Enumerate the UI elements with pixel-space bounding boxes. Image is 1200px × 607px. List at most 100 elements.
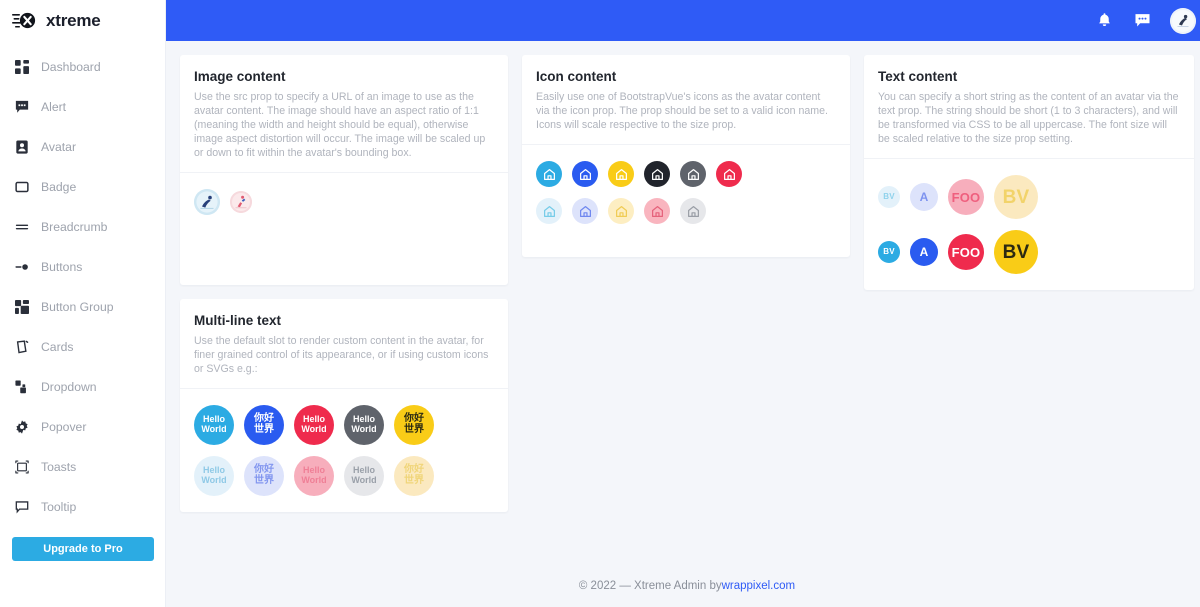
avatar-multiline-solid-1[interactable]: Hello World xyxy=(194,405,234,445)
sidebar-item-label: Tooltip xyxy=(41,500,77,514)
card-title: Multi-line text xyxy=(194,313,281,328)
card-title: Icon content xyxy=(536,69,617,84)
avatar-line-2: 世界 xyxy=(254,424,274,435)
avatar-row-icons-light xyxy=(536,198,836,224)
avatar-line-2: 世界 xyxy=(404,424,424,435)
sidebar-nav: Dashboard Alert Avatar Badge Breadcrumb … xyxy=(0,41,165,561)
card-header: Image content Use the src prop to specif… xyxy=(180,55,508,173)
card-header: Text content You can specify a short str… xyxy=(864,55,1194,159)
avatar-icon-solid-secondary[interactable] xyxy=(680,161,706,187)
avatar-icon-solid-primary[interactable] xyxy=(572,161,598,187)
sidebar-item-label: Toasts xyxy=(41,460,77,474)
avatar-icon-light-primary[interactable] xyxy=(572,198,598,224)
brand-name: xtreme xyxy=(46,10,101,30)
avatar-text-solid-2[interactable]: A xyxy=(910,238,938,266)
house-icon xyxy=(651,168,664,181)
sidebar-item-dropdown[interactable]: Dropdown xyxy=(0,367,165,407)
sidebar: xtreme Dashboard Alert Avatar Badge Brea… xyxy=(0,0,166,607)
avatar-icon-solid-danger[interactable] xyxy=(716,161,742,187)
avatar-row-text-light: BV A FOO BV xyxy=(878,175,1180,219)
sidebar-item-badge[interactable]: Badge xyxy=(0,167,165,207)
avatar-multiline-solid-2[interactable]: 你好 世界 xyxy=(244,405,284,445)
layout-grid-icon xyxy=(14,299,30,315)
avatar-icon-solid-info[interactable] xyxy=(536,161,562,187)
avatar-line-2: World xyxy=(301,424,327,434)
avatar-row-multiline-light: Hello World 你好 世界 Hello World Hello World xyxy=(194,456,494,496)
sidebar-item-label: Badge xyxy=(41,180,77,194)
house-icon xyxy=(543,205,556,218)
sidebar-item-label: Dashboard xyxy=(41,60,101,74)
avatar-multiline-light-2[interactable]: 你好 世界 xyxy=(244,456,284,496)
brand-logo[interactable]: xtreme xyxy=(0,0,165,41)
avatar-icon-light-danger[interactable] xyxy=(644,198,670,224)
avatar-text-solid-1[interactable]: BV xyxy=(878,241,900,263)
house-icon xyxy=(615,168,628,181)
card-body: Hello World 你好 世界 Hello World Hello World xyxy=(180,389,508,512)
sidebar-item-dashboard[interactable]: Dashboard xyxy=(0,47,165,87)
house-icon xyxy=(723,168,736,181)
avatar-text-light-3[interactable]: FOO xyxy=(948,179,984,215)
user-avatar[interactable] xyxy=(1170,7,1196,34)
card-body xyxy=(180,173,508,285)
avatar-multiline-solid-3[interactable]: Hello World xyxy=(294,405,334,445)
avatar-line-2: 世界 xyxy=(404,475,424,486)
xtreme-x-logo-icon xyxy=(12,11,38,31)
card-header: Icon content Easily use one of Bootstrap… xyxy=(522,55,850,145)
card-title: Text content xyxy=(878,69,958,84)
sidebar-item-tooltip[interactable]: Tooltip xyxy=(0,487,165,527)
sidebar-item-alert[interactable]: Alert xyxy=(0,87,165,127)
card-body xyxy=(522,145,850,257)
upgrade-to-pro-button[interactable]: Upgrade to Pro xyxy=(12,537,154,561)
column-middle: Icon content Easily use one of Bootstrap… xyxy=(522,55,850,257)
avatar-row-multiline-solid: Hello World 你好 世界 Hello World Hello World xyxy=(194,405,494,445)
avatar-icon-light-secondary[interactable] xyxy=(680,198,706,224)
avatar-icon-light-info[interactable] xyxy=(536,198,562,224)
chat-icon[interactable] xyxy=(1132,11,1152,31)
footer: © 2022 — Xtreme Admin by wrappixel.com xyxy=(166,565,1200,607)
sidebar-item-label: Buttons xyxy=(41,260,83,274)
avatar-text-light-4[interactable]: BV xyxy=(994,175,1038,219)
sidebar-item-breadcrumb[interactable]: Breadcrumb xyxy=(0,207,165,247)
card-icon xyxy=(14,339,30,355)
sidebar-item-avatar[interactable]: Avatar xyxy=(0,127,165,167)
bell-icon[interactable] xyxy=(1094,11,1114,31)
sidebar-item-cards[interactable]: Cards xyxy=(0,327,165,367)
sidebar-item-button-group[interactable]: Button Group xyxy=(0,287,165,327)
avatar-multiline-solid-4[interactable]: Hello World xyxy=(344,405,384,445)
sidebar-item-popover[interactable]: Popover xyxy=(0,407,165,447)
card-multiline-text: Multi-line text Use the default slot to … xyxy=(180,299,508,512)
grid-icon xyxy=(14,59,30,75)
card-description: Easily use one of BootstrapVue's icons a… xyxy=(536,91,828,131)
avatar-text-light-1[interactable]: BV xyxy=(878,186,900,208)
main-area: Image content Use the src prop to specif… xyxy=(166,0,1200,607)
avatar-image-1[interactable] xyxy=(194,189,220,215)
avatar-line-1: Hello xyxy=(202,465,225,476)
footer-link[interactable]: wrappixel.com xyxy=(722,580,796,592)
avatar-multiline-light-5[interactable]: 你好 世界 xyxy=(394,456,434,496)
card-body: BV A FOO BV BV A FOO BV xyxy=(864,159,1194,290)
avatar-text-solid-4[interactable]: BV xyxy=(994,230,1038,274)
avatar-text-solid-3[interactable]: FOO xyxy=(948,234,984,270)
avatar-multiline-light-1[interactable]: Hello World xyxy=(194,456,234,496)
sidebar-item-toasts[interactable]: Toasts xyxy=(0,447,165,487)
avatar-text-light-2[interactable]: A xyxy=(910,183,938,211)
person-badge-icon xyxy=(14,139,30,155)
card-description: Use the src prop to specify a URL of an … xyxy=(194,91,486,159)
avatar-multiline-light-3[interactable]: Hello World xyxy=(294,456,334,496)
avatar-multiline-solid-5[interactable]: 你好 世界 xyxy=(394,405,434,445)
avatar-icon-light-warning[interactable] xyxy=(608,198,634,224)
sidebar-item-label: Dropdown xyxy=(41,380,97,394)
avatar-icon-solid-dark[interactable] xyxy=(644,161,670,187)
sidebar-item-buttons[interactable]: Buttons xyxy=(0,247,165,287)
card-image-content: Image content Use the src prop to specif… xyxy=(180,55,508,285)
house-icon xyxy=(687,168,700,181)
avatar-icon-solid-warning[interactable] xyxy=(608,161,634,187)
card-icon-content: Icon content Easily use one of Bootstrap… xyxy=(522,55,850,257)
avatar-line-1: 你好 xyxy=(404,464,424,476)
avatar-line-2: World xyxy=(351,475,377,485)
avatar-line-2: World xyxy=(201,475,227,485)
list-icon xyxy=(14,219,30,235)
card-description: Use the default slot to render custom co… xyxy=(194,335,489,375)
avatar-multiline-light-4[interactable]: Hello World xyxy=(344,456,384,496)
avatar-image-2[interactable] xyxy=(230,191,252,213)
